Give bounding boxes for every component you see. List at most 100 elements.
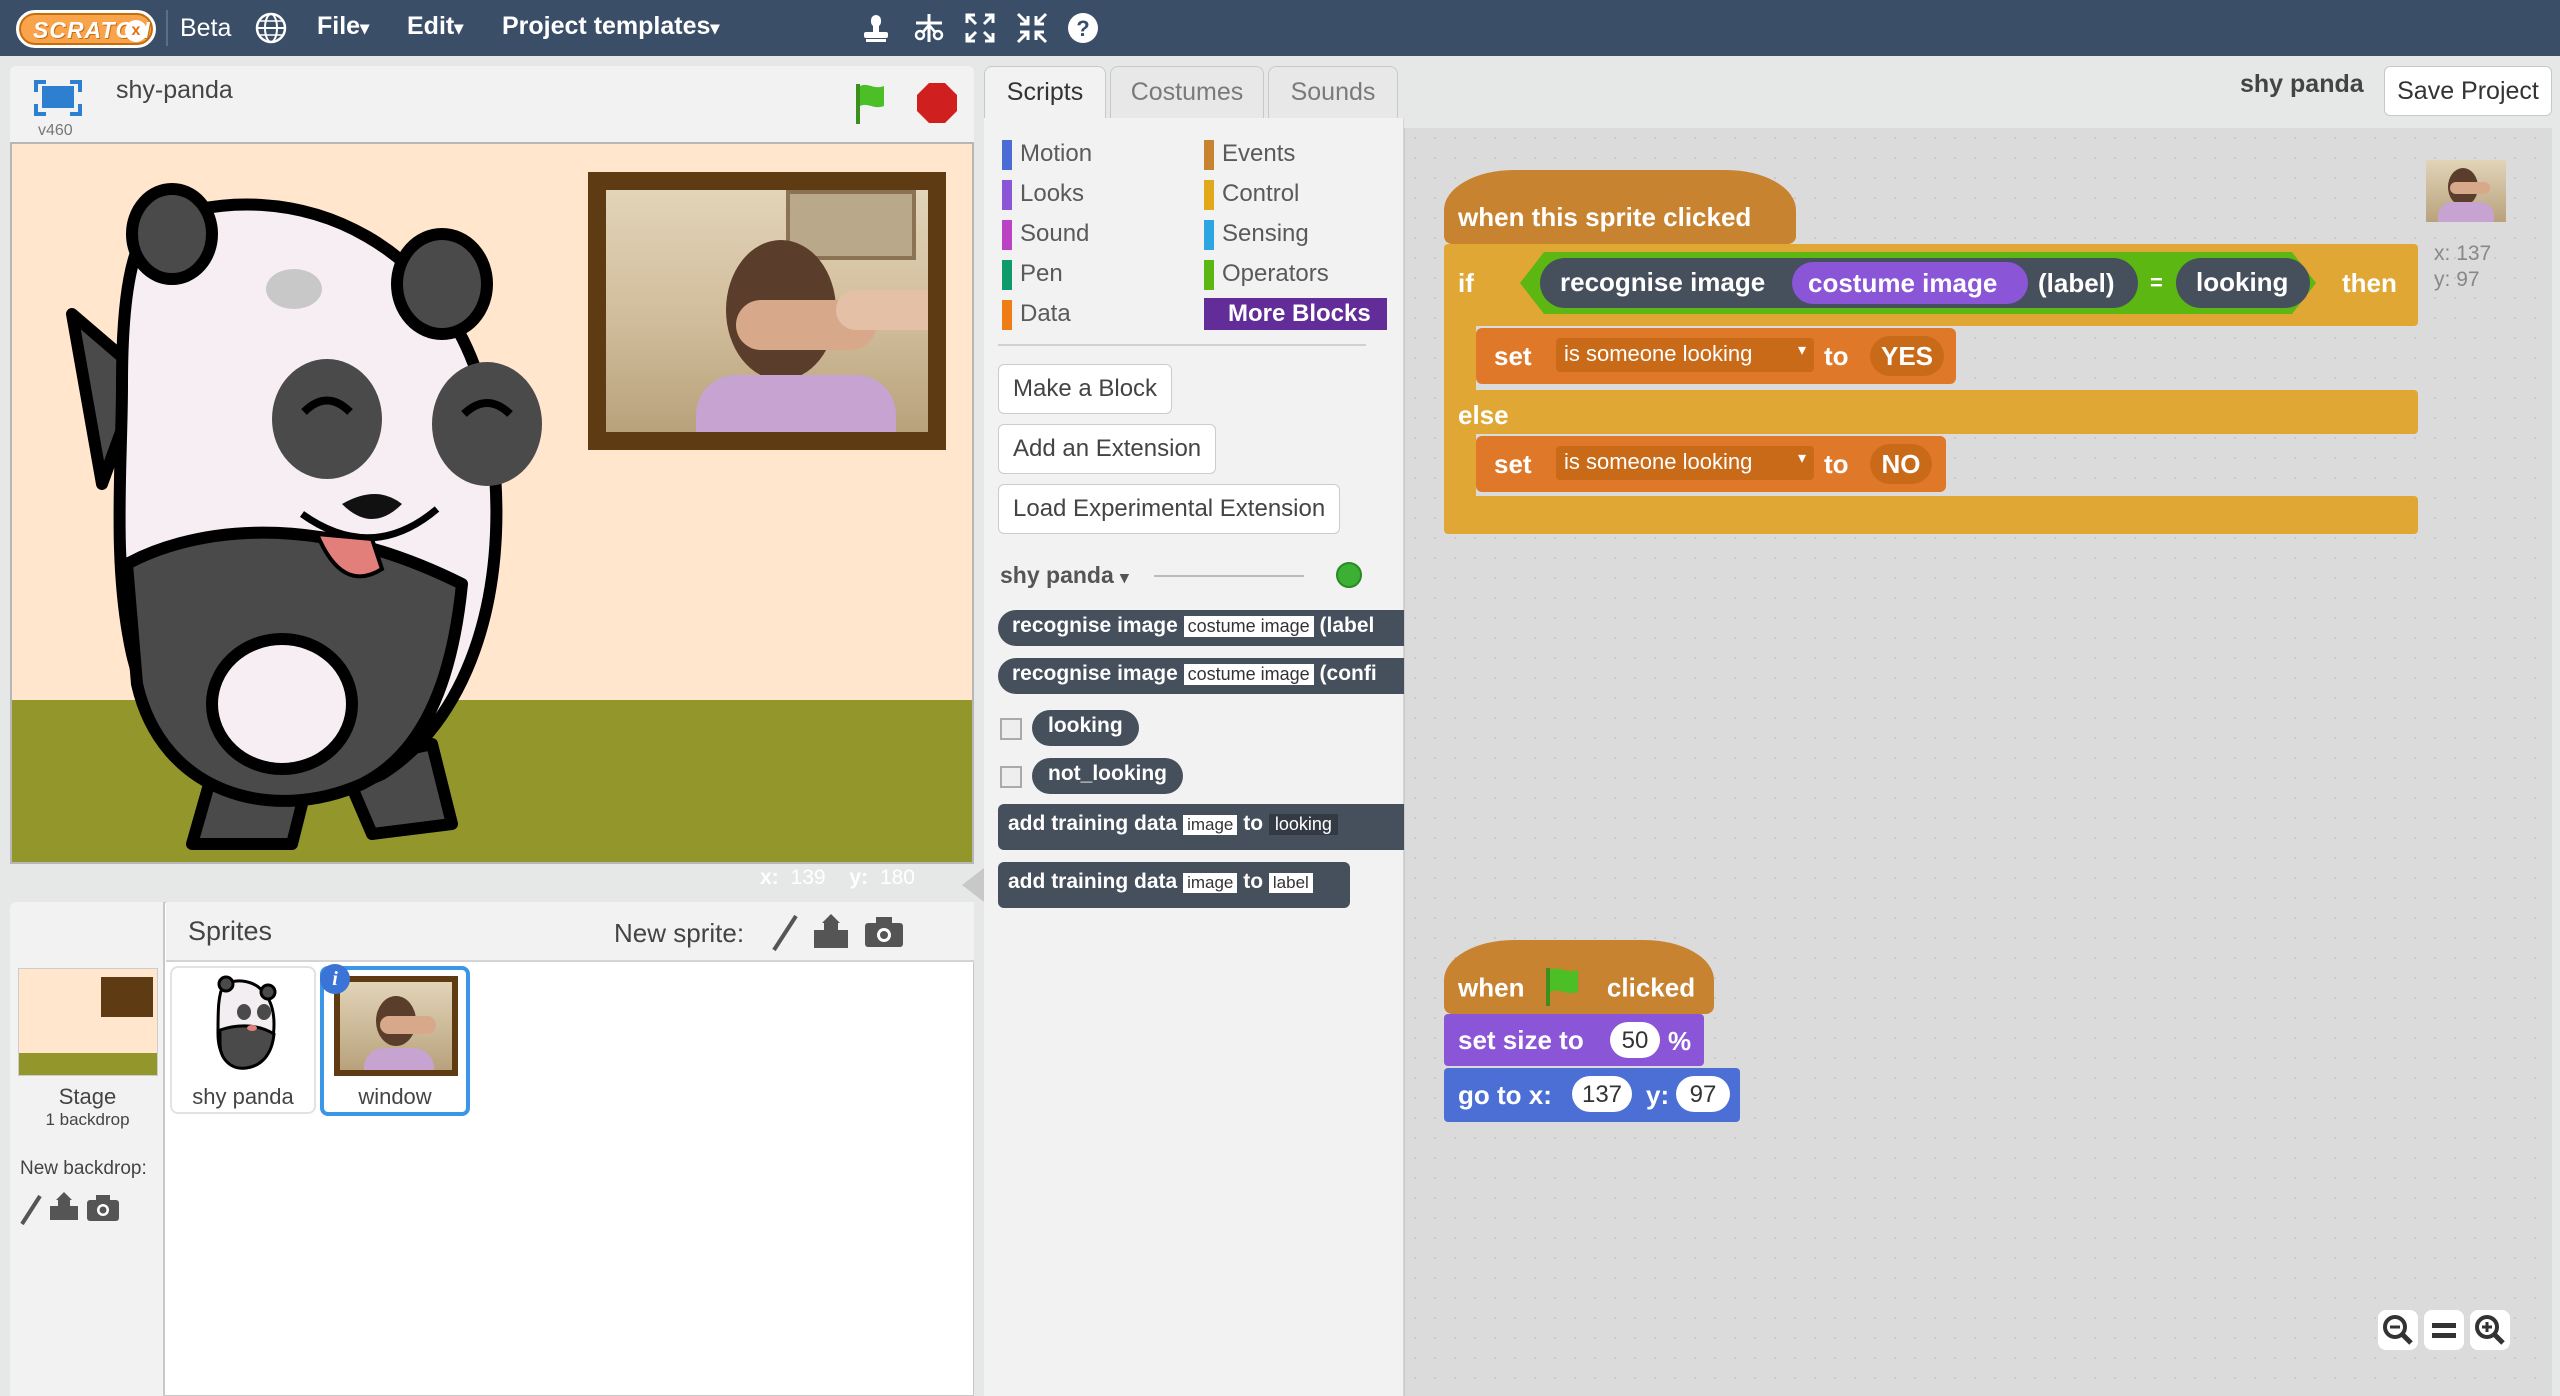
category-events[interactable]: Events (1204, 138, 1295, 170)
palette-block-add-training-data-label[interactable]: add training data image to label (998, 862, 1350, 908)
category-data[interactable]: Data (1002, 298, 1071, 330)
new-backdrop-label: New backdrop: (20, 1158, 147, 1179)
new-sprite-label: New sprite: (614, 918, 745, 948)
category-more-blocks[interactable]: More Blocks (1204, 298, 1387, 330)
sprites-header: Sprites New sprite: (166, 902, 974, 962)
no-value[interactable]: NO (1870, 444, 1932, 484)
y-label: y: (1646, 1080, 1670, 1110)
webcam-photo (606, 190, 928, 432)
grow-icon[interactable] (963, 11, 997, 45)
camera-sprite-icon[interactable] (864, 916, 904, 953)
palette-block-looking[interactable]: looking (1032, 710, 1139, 746)
paint-sprite-icon[interactable] (770, 912, 800, 957)
category-pen[interactable]: Pen (1002, 258, 1063, 290)
y-input[interactable]: 97 (1676, 1076, 1730, 1112)
extension-header[interactable]: shy panda ▾ (1000, 562, 1129, 589)
category-sound[interactable]: Sound (1002, 218, 1089, 250)
to-label-no: to (1824, 449, 1849, 479)
zoom-in-icon[interactable] (2470, 1310, 2510, 1350)
arm (836, 290, 928, 330)
menu-divider (166, 10, 168, 46)
variable-dropdown-no[interactable]: is someone looking ▾ (1556, 446, 1814, 480)
sprite-name-shy-panda: shy panda (192, 1084, 294, 1109)
load-experimental-extension-button[interactable]: Load Experimental Extension (998, 484, 1341, 534)
x-input[interactable]: 137 (1572, 1076, 1632, 1112)
green-flag-icon (1540, 964, 1592, 1015)
label-arg: (label) (2038, 268, 2115, 298)
looking-checkbox[interactable] (1000, 718, 1022, 740)
project-title[interactable]: shy-panda (116, 76, 233, 105)
presentation-mode-icon[interactable] (32, 78, 84, 123)
when-flag-clicked-hat[interactable]: when clicked (1444, 940, 1714, 1014)
beta-label: Beta (180, 14, 232, 42)
help-icon[interactable]: ? (1066, 11, 1100, 45)
panda-sprite[interactable] (42, 164, 562, 862)
tab-costumes[interactable]: Costumes (1110, 66, 1264, 118)
palette-block-add-training-data-looking[interactable]: add training data image to looking (998, 804, 1404, 850)
svg-text:?: ? (1076, 16, 1089, 41)
collapse-stage-handle[interactable] (962, 868, 984, 902)
mouse-coords: x: 139 y: 180 (760, 866, 915, 889)
if-else-bottom (1444, 496, 2418, 534)
sprite-name-window: window (358, 1084, 432, 1109)
globe-language-icon[interactable] (254, 11, 288, 50)
stage-column: Stage 1 backdrop New backdrop: (10, 902, 165, 1396)
category-motion[interactable]: Motion (1002, 138, 1092, 170)
size-input[interactable]: 50 (1610, 1022, 1660, 1058)
category-looks[interactable]: Looks (1002, 178, 1084, 210)
palette-block-recognise-label[interactable]: recognise image costume image (label (998, 610, 1404, 646)
sprite-x-readout: x: 137 (2434, 242, 2492, 265)
sprites-title: Sprites (188, 916, 273, 946)
edit-menu[interactable]: Edit▾ (407, 12, 463, 41)
shrink-icon[interactable] (1015, 11, 1049, 45)
upload-sprite-icon[interactable] (812, 914, 850, 955)
zoom-reset-icon[interactable] (2424, 1310, 2464, 1350)
window-sprite[interactable] (588, 172, 946, 450)
category-operators[interactable]: Operators (1204, 258, 1329, 290)
file-menu[interactable]: File▾ (317, 12, 369, 41)
stage-header: v460 shy-panda (10, 66, 974, 142)
palette-block-recognise-confidence[interactable]: recognise image costume image (confi (998, 658, 1404, 694)
upload-backdrop-icon[interactable] (48, 1192, 80, 1227)
window-thumbnail (334, 976, 458, 1076)
yes-value[interactable]: YES (1870, 336, 1944, 376)
make-a-block-button[interactable]: Make a Block (998, 364, 1173, 414)
if-label: if (1458, 268, 1474, 298)
stage-thumbnail[interactable] (18, 968, 158, 1076)
category-control[interactable]: Control (1204, 178, 1299, 210)
add-extension-button[interactable]: Add an Extension (998, 424, 1217, 474)
variable-dropdown-yes[interactable]: is someone looking ▾ (1556, 338, 1814, 372)
project-templates-menu[interactable]: Project templates▾ (502, 12, 719, 41)
not-looking-checkbox[interactable] (1000, 766, 1022, 788)
then-label: then (2342, 268, 2397, 298)
stage-canvas[interactable] (10, 142, 974, 864)
costume-image-reporter[interactable]: costume image (1792, 262, 2028, 304)
shirt (696, 375, 896, 432)
palette-divider (998, 344, 1366, 346)
panda-thumbnail (216, 975, 277, 1070)
cut-scissors-icon[interactable] (912, 11, 946, 45)
category-sensing[interactable]: Sensing (1204, 218, 1309, 250)
else-arm (1444, 430, 1476, 496)
duplicate-stamp-icon[interactable] (860, 12, 892, 44)
zoom-out-icon[interactable] (2378, 1310, 2418, 1350)
green-flag-icon[interactable] (850, 80, 896, 131)
when-sprite-clicked-hat[interactable]: when this sprite clicked (1444, 170, 1796, 244)
camera-backdrop-icon[interactable] (86, 1194, 120, 1227)
stop-sign-icon[interactable] (916, 82, 958, 129)
paint-backdrop-icon[interactable] (18, 1192, 44, 1231)
sprite-thumb-window[interactable]: i window (320, 964, 470, 1116)
extension-status-indicator (1336, 562, 1362, 588)
equals-sign: = (2150, 270, 2163, 295)
tab-scripts[interactable]: Scripts (984, 66, 1106, 120)
tab-sounds[interactable]: Sounds (1268, 66, 1398, 118)
save-project-button[interactable]: Save Project (2384, 66, 2552, 116)
menu-bar: SCRATCH x Beta File▾ Edit▾ Project templa… (0, 0, 2560, 56)
set-size-block[interactable]: set size to (1444, 1014, 1704, 1066)
sprite-info-icon[interactable]: i (320, 964, 350, 994)
looking-reporter[interactable]: looking (2176, 258, 2310, 308)
current-sprite-name: shy panda (2240, 70, 2364, 98)
palette-block-not-looking[interactable]: not_looking (1032, 758, 1183, 794)
sprite-thumb-shy-panda[interactable]: shy panda (170, 966, 316, 1114)
scratchx-logo[interactable]: SCRATCH x (16, 10, 156, 48)
